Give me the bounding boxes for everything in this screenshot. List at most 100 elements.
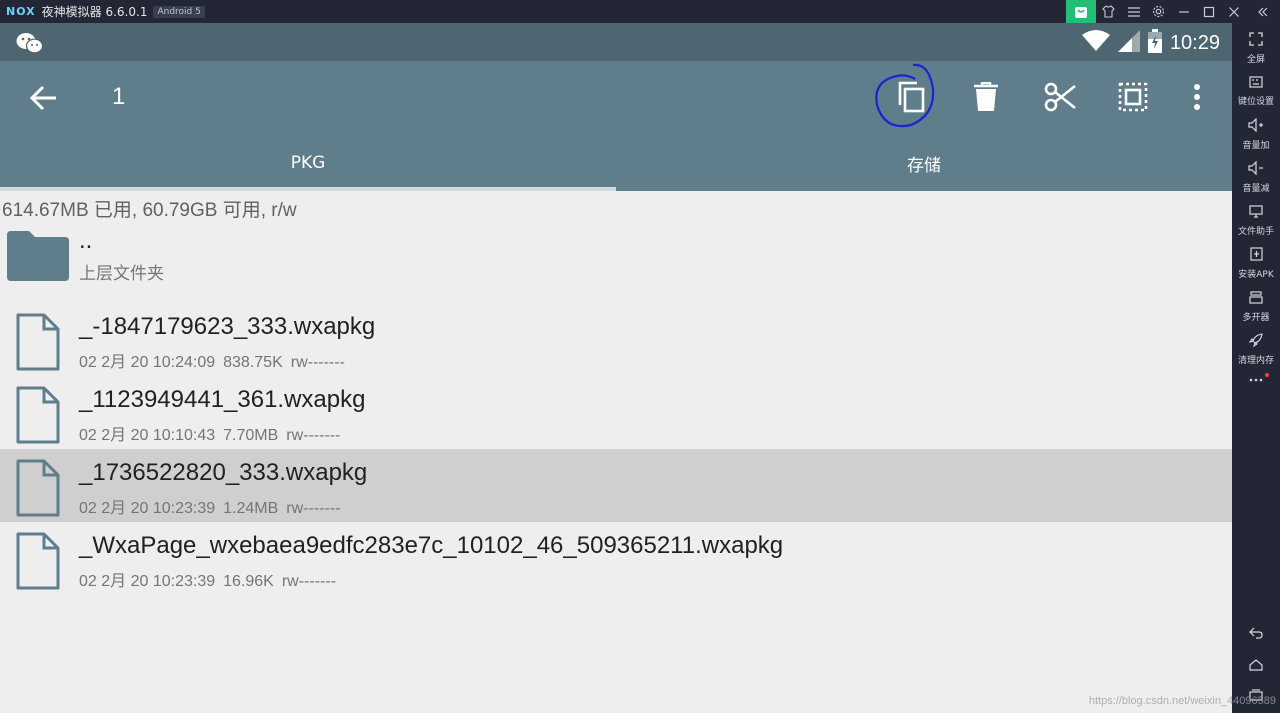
file-size: 7.70MB (223, 427, 279, 444)
install-apk-icon (1249, 247, 1263, 265)
signal-icon (1117, 30, 1140, 56)
file-assistant-icon (1249, 204, 1263, 222)
file-row[interactable]: _WxaPage_wxebaea9edfc283e7c_10102_46_509… (0, 522, 1232, 595)
sidebar-item-label: 音量减 (1242, 184, 1270, 194)
select-all-button[interactable] (1113, 79, 1153, 119)
wechat-notification-icon (16, 32, 44, 58)
sidebar-item-volume-up[interactable]: 音量加 (1232, 113, 1280, 156)
file-meta: 02 2月 20 10:23:39 16.96K rw------- (79, 567, 344, 591)
sidebar-item-file-assistant[interactable]: 文件助手 (1232, 199, 1280, 242)
parent-folder-name: .. (79, 227, 93, 254)
android-home-button[interactable] (1232, 653, 1280, 683)
menu-icon[interactable] (1121, 0, 1146, 23)
status-bar: 10:29 (0, 23, 1232, 61)
file-permissions: rw------- (286, 427, 341, 444)
sidebar-item-label: 键位设置 (1237, 97, 1274, 107)
parent-folder-label: 上层文件夹 (79, 264, 164, 283)
android-back-button[interactable] (1232, 621, 1280, 651)
file-name: _WxaPage_wxebaea9edfc283e7c_10102_46_509… (79, 532, 784, 559)
sidebar-item-label: 全屏 (1246, 55, 1265, 65)
sidebar-item-multi-instance[interactable]: 多开器 (1232, 285, 1280, 328)
home-icon (1249, 659, 1263, 675)
multi-instance-icon (1249, 290, 1263, 308)
back-arrow-icon[interactable] (29, 85, 58, 115)
file-name: _-1847179623_333.wxapkg (79, 313, 376, 340)
file-icon (16, 532, 60, 594)
sidebar-item-label: 多开器 (1242, 312, 1270, 323)
volume-up-icon (1248, 117, 1264, 136)
status-clock: 10:29 (1169, 31, 1220, 54)
annotation-circle (875, 63, 935, 128)
overflow-menu-button[interactable] (1177, 79, 1217, 119)
file-icon (16, 459, 60, 521)
maximize-icon[interactable] (1196, 0, 1221, 23)
file-meta: 02 2月 20 10:24:09 838.75K rw------- (79, 348, 353, 372)
file-date: 02 2月 20 10:23:39 (79, 500, 216, 517)
file-meta: 02 2月 20 10:10:43 7.70MB rw------- (79, 421, 348, 445)
file-size: 1.24MB (223, 500, 279, 517)
rocket-icon (1248, 333, 1263, 351)
more-vertical-icon (1193, 83, 1201, 115)
sidebar-item-label: 文件助手 (1237, 226, 1274, 237)
sidebar-item-install-apk[interactable]: 安装APK (1232, 242, 1280, 285)
storage-info: 614.67MB 已用, 60.79GB 可用, r/w (2, 200, 297, 221)
file-name: _1736522820_333.wxapkg (79, 459, 368, 486)
file-icon (16, 386, 60, 448)
tab-indicator (0, 187, 616, 191)
store-icon[interactable] (1066, 0, 1096, 23)
file-list: .. 上层文件夹 _-1847179623_333.wxapkg 02 2月 2… (0, 223, 1232, 595)
sidebar-item-volume-down[interactable]: 音量减 (1232, 156, 1280, 199)
scissors-icon (1044, 82, 1076, 116)
status-icons: 10:29 (1081, 29, 1220, 57)
file-date: 02 2月 20 10:10:43 (79, 427, 216, 444)
minimize-icon[interactable] (1171, 0, 1196, 23)
fullscreen-icon (1249, 32, 1263, 50)
emulator-title: 夜神模拟器 6.6.0.1 (41, 5, 148, 19)
file-date: 02 2月 20 10:23:39 (79, 573, 216, 590)
parent-folder-row[interactable]: .. 上层文件夹 (0, 223, 1232, 303)
file-meta: 02 2月 20 10:23:39 1.24MB rw------- (79, 494, 348, 518)
emulator-sidebar: 全屏 键位设置 音量加 音量减 文件助手 安装APK 多开器 清理内存 (1232, 23, 1280, 713)
android-version-badge: Android 5 (153, 5, 205, 18)
nox-logo: NOX (6, 5, 36, 18)
file-icon (16, 313, 60, 375)
file-permissions: rw------- (286, 500, 341, 517)
tab-storage[interactable]: 存储 (616, 135, 1232, 191)
cut-button[interactable] (1040, 79, 1080, 119)
sidebar-more-button[interactable] (1232, 365, 1280, 395)
copy-button[interactable] (875, 63, 935, 128)
android-screen: 10:29 1 PKG 存储 614.67MB 已用, 60.79GB 可用, … (0, 23, 1232, 713)
window-controls (1066, 0, 1280, 23)
sidebar-item-keymap[interactable]: 键位设置 (1232, 70, 1280, 113)
notification-dot (1265, 373, 1269, 377)
selection-count: 1 (112, 83, 126, 110)
skin-icon[interactable] (1096, 0, 1121, 23)
tab-pkg[interactable]: PKG (0, 135, 616, 191)
more-horizontal-icon (1249, 372, 1263, 386)
wifi-icon (1081, 30, 1110, 56)
select-all-icon (1118, 82, 1148, 116)
sidebar-item-fullscreen[interactable]: 全屏 (1232, 27, 1280, 70)
delete-button[interactable] (966, 79, 1006, 119)
action-toolbar: 1 (0, 61, 1232, 135)
volume-down-icon (1248, 160, 1264, 179)
battery-icon (1147, 29, 1162, 57)
file-permissions: rw------- (290, 354, 345, 371)
tab-bar: PKG 存储 (0, 135, 1232, 191)
emulator-titlebar: NOX 夜神模拟器 6.6.0.1 Android 5 (0, 0, 1280, 23)
file-row-selected[interactable]: _1736522820_333.wxapkg 02 2月 20 10:23:39… (0, 449, 1232, 522)
sidebar-item-label: 安装APK (1238, 270, 1274, 280)
file-permissions: rw------- (281, 573, 337, 590)
watermark: https://blog.csdn.net/weixin_44096589 (1088, 695, 1276, 707)
file-row[interactable]: _-1847179623_333.wxapkg 02 2月 20 10:24:0… (0, 303, 1232, 376)
back-icon (1249, 627, 1263, 643)
file-size: 838.75K (223, 354, 283, 371)
file-row[interactable]: _1123949441_361.wxapkg 02 2月 20 10:10:43… (0, 376, 1232, 449)
collapse-sidebar-icon[interactable] (1246, 0, 1280, 23)
file-name: _1123949441_361.wxapkg (79, 386, 366, 413)
folder-icon (7, 231, 69, 285)
keyboard-icon (1249, 76, 1263, 92)
trash-icon (974, 81, 998, 116)
close-icon[interactable] (1221, 0, 1246, 23)
settings-gear-icon[interactable] (1146, 0, 1171, 23)
